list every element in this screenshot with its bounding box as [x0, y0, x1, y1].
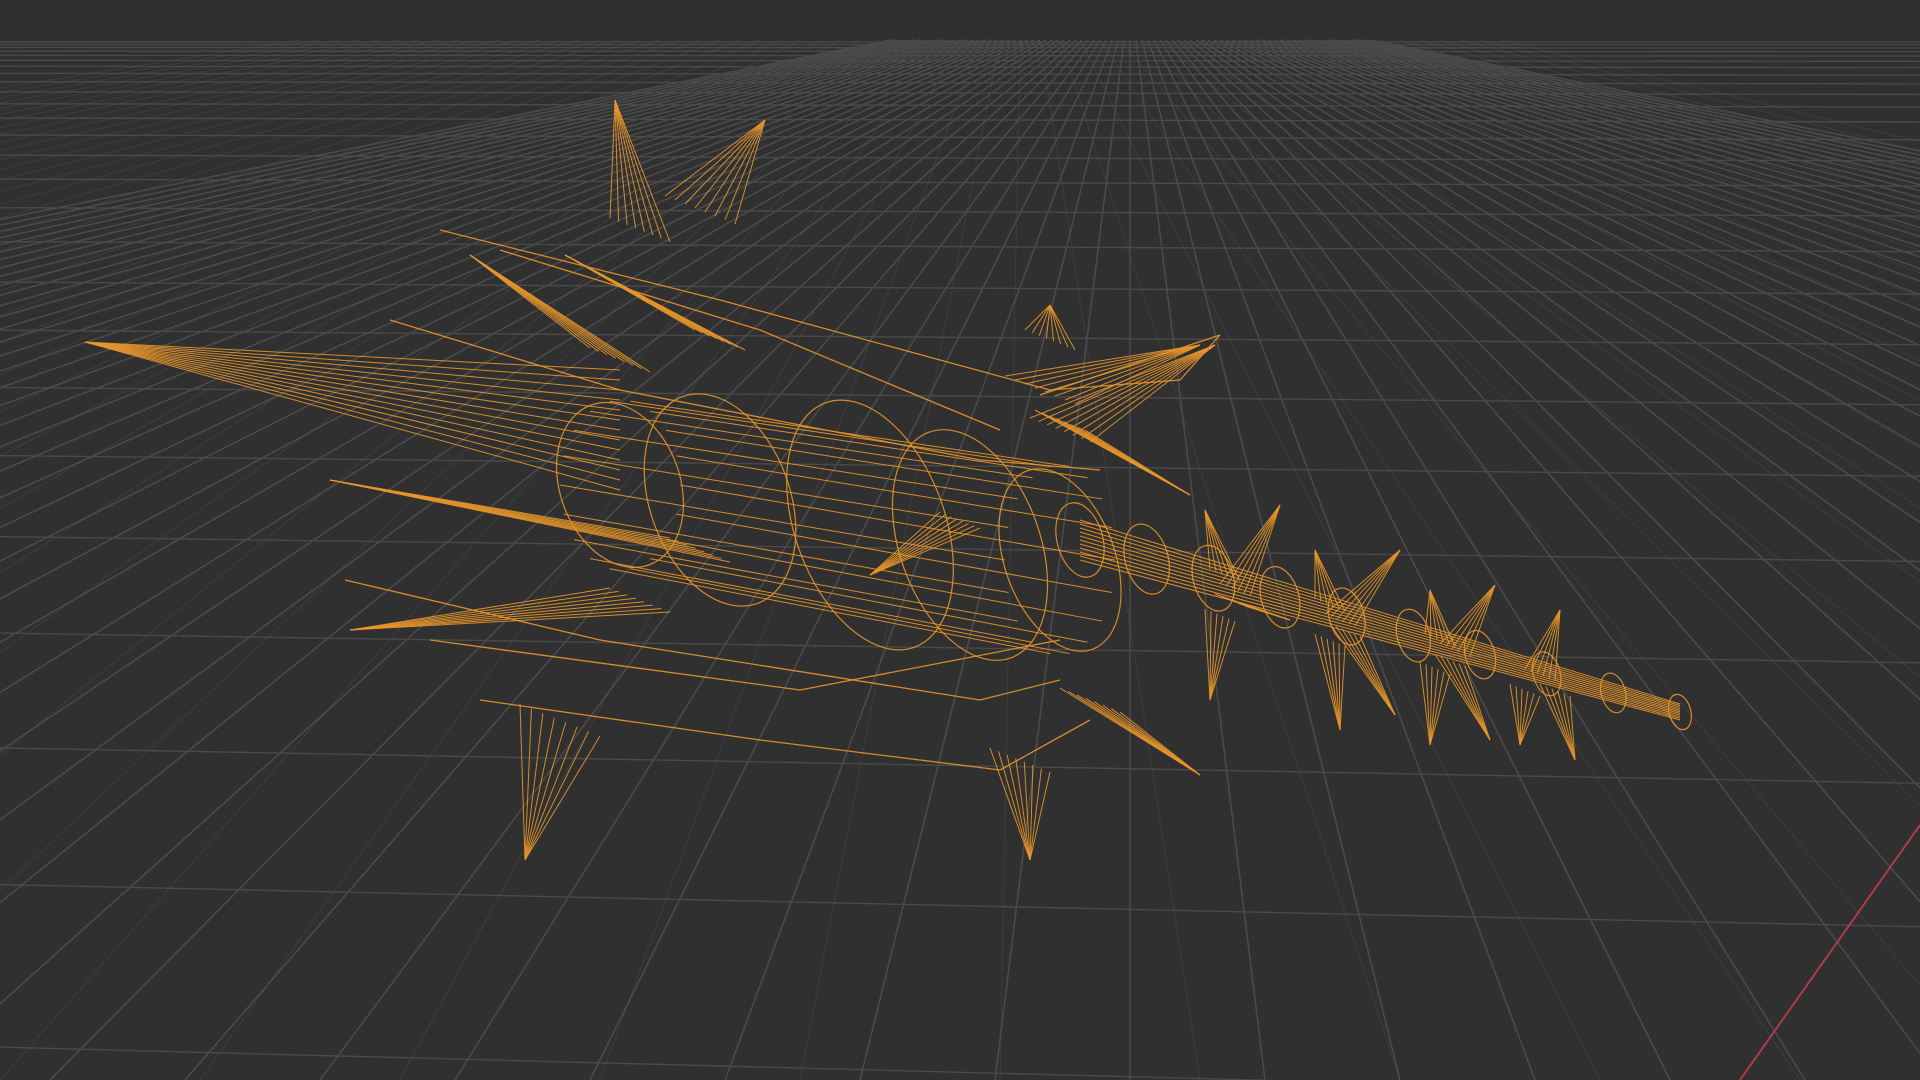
viewport-canvas[interactable] [0, 0, 1920, 1080]
3d-viewport[interactable] [0, 0, 1920, 1080]
x-axis-line [1739, 824, 1920, 1080]
floor-grid [0, 39, 1920, 1080]
